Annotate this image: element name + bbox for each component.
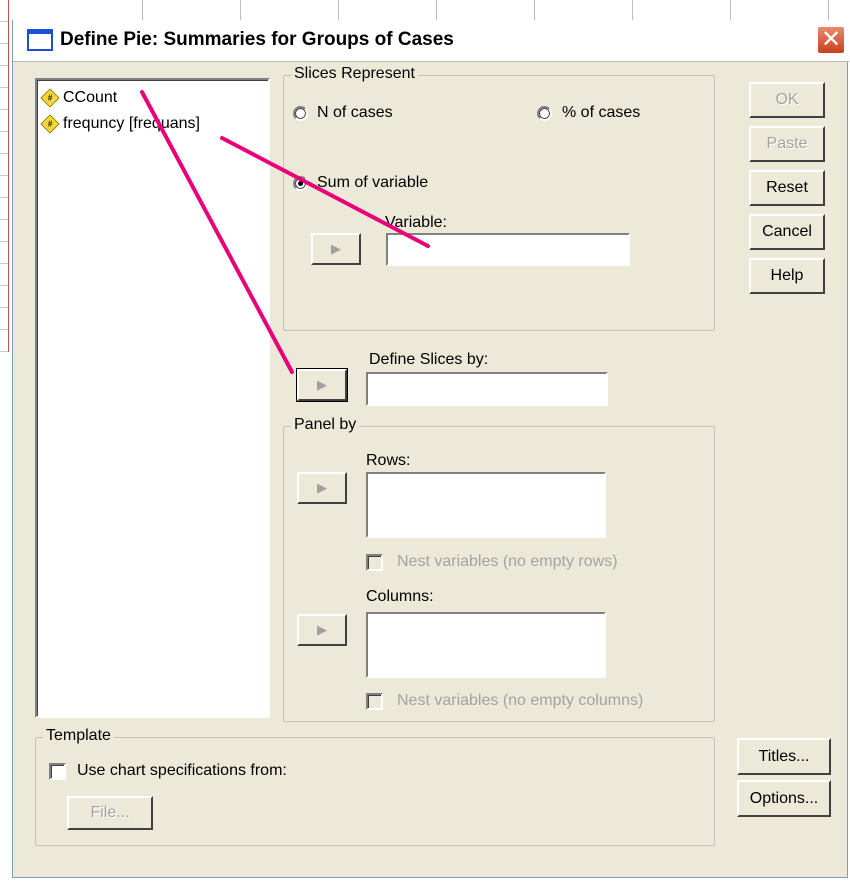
help-button[interactable]: Help <box>749 258 825 294</box>
grid-line <box>142 0 143 20</box>
grid-line <box>632 0 633 20</box>
right-arrow-icon: ▶ <box>331 241 341 256</box>
title-bar[interactable]: Define Pie: Summaries for Groups of Case… <box>13 20 849 62</box>
define-slices-field[interactable] <box>366 372 608 406</box>
nest-rows-label[interactable]: Nest variables (no empty rows) <box>397 553 618 571</box>
columns-label: Columns: <box>366 588 434 605</box>
window-icon <box>27 29 53 51</box>
spreadsheet-row-strip <box>0 0 9 352</box>
n-of-cases-radio[interactable] <box>293 106 308 121</box>
file-button[interactable]: File... <box>67 796 153 830</box>
paste-button[interactable]: Paste <box>749 126 825 162</box>
move-to-define-slices-button[interactable]: ▶ <box>296 368 348 402</box>
move-to-variable-button[interactable]: ▶ <box>311 233 361 265</box>
sum-of-variable-radio[interactable] <box>293 176 308 191</box>
list-item[interactable]: # frequncy [frequans] <box>40 112 200 136</box>
rows-field[interactable] <box>366 472 606 538</box>
n-of-cases-label[interactable]: N of cases <box>317 104 393 122</box>
right-arrow-icon: ▶ <box>317 377 327 392</box>
nest-rows-checkbox[interactable] <box>366 554 383 571</box>
grid-line <box>240 0 241 20</box>
options-button[interactable]: Options... <box>737 780 831 817</box>
grid-line <box>730 0 731 20</box>
move-to-columns-button[interactable]: ▶ <box>297 614 347 646</box>
ok-button[interactable]: OK <box>749 82 825 118</box>
move-to-rows-button[interactable]: ▶ <box>297 472 347 504</box>
grid-line <box>534 0 535 20</box>
grid-line <box>436 0 437 20</box>
template-label: Template <box>43 727 114 745</box>
close-button[interactable]: ✕ <box>817 26 845 54</box>
columns-field[interactable] <box>366 612 606 678</box>
variable-field-label: Variable: <box>385 214 447 231</box>
define-slices-label: Define Slices by: <box>369 351 489 368</box>
rows-label: Rows: <box>366 452 411 469</box>
pct-of-cases-label[interactable]: % of cases <box>562 104 640 122</box>
numeric-variable-icon: # <box>40 88 60 108</box>
radio-selected-dot <box>298 181 303 186</box>
numeric-variable-icon: # <box>40 114 60 134</box>
variable-label: frequncy [frequans] <box>63 115 200 132</box>
use-chart-spec-label[interactable]: Use chart specifications from: <box>77 762 287 780</box>
variable-label: CCount <box>63 89 118 106</box>
nest-columns-label[interactable]: Nest variables (no empty columns) <box>397 692 643 710</box>
reset-button[interactable]: Reset <box>749 170 825 206</box>
cancel-button[interactable]: Cancel <box>749 214 825 250</box>
right-arrow-icon: ▶ <box>317 622 327 637</box>
variable-list[interactable]: # CCount # frequncy [frequans] <box>35 78 270 718</box>
grid-line <box>338 0 339 20</box>
window-title: Define Pie: Summaries for Groups of Case… <box>60 29 454 50</box>
sum-of-variable-label[interactable]: Sum of variable <box>317 174 428 192</box>
variable-field[interactable] <box>386 233 630 266</box>
nest-columns-checkbox[interactable] <box>366 693 383 710</box>
define-pie-dialog: Define Pie: Summaries for Groups of Case… <box>12 20 849 878</box>
slices-represent-label: Slices Represent <box>291 65 418 83</box>
titles-button[interactable]: Titles... <box>737 738 831 775</box>
close-icon: ✕ <box>820 26 842 53</box>
right-arrow-icon: ▶ <box>317 480 327 495</box>
panel-by-label: Panel by <box>291 416 360 434</box>
pct-of-cases-radio[interactable] <box>537 106 552 121</box>
list-item[interactable]: # CCount <box>40 86 118 110</box>
use-chart-spec-checkbox[interactable] <box>49 763 66 780</box>
grid-line <box>828 0 829 20</box>
